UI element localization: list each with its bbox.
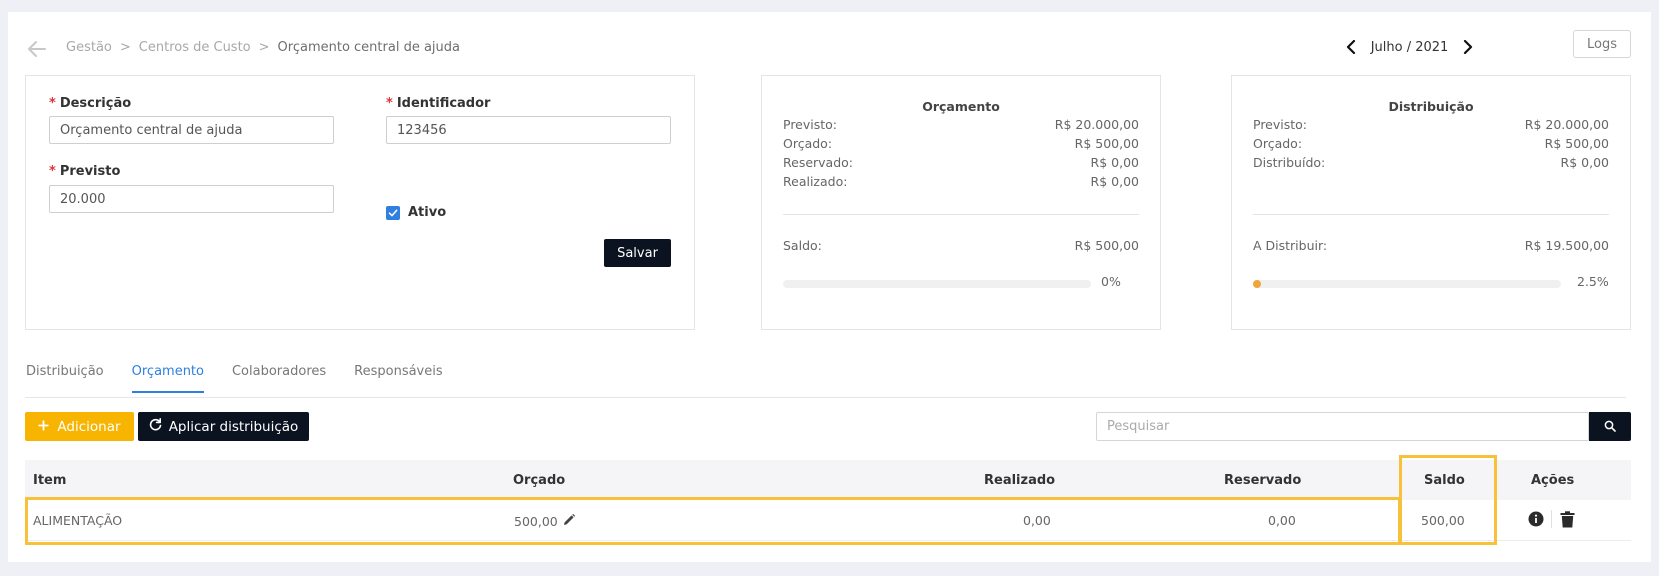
search-button[interactable] <box>1589 412 1631 441</box>
column-header-item: Item <box>33 473 67 488</box>
identificador-label: * Identificador <box>386 96 490 111</box>
summary-row-value: R$ 500,00 <box>1544 136 1609 151</box>
summary-row-label: Distribuído: <box>1253 155 1326 170</box>
breadcrumb-current: Orçamento central de ajuda <box>277 40 460 55</box>
orcamento-progress-bar <box>783 280 1091 288</box>
breadcrumb: Gestão > Centros de Custo > Orçamento centra… <box>66 40 460 55</box>
add-button[interactable]: Adicionar <box>25 412 134 441</box>
summary-row: Realizado: R$ 0,00 <box>783 174 1139 189</box>
identificador-label-text: Identificador <box>396 96 491 111</box>
column-header-acoes: Ações <box>1531 473 1575 488</box>
plus-icon <box>38 419 49 435</box>
distribuicao-summary-panel: Distribuição Previsto: R$ 20.000,00 Orçad… <box>1231 75 1631 330</box>
row-actions <box>1527 510 1576 528</box>
search-input[interactable] <box>1096 412 1589 441</box>
saldo-highlight-box <box>1399 455 1497 545</box>
tabs: Distribuição Orçamento Colaboradores Res… <box>26 364 471 393</box>
previsto-label: * Previsto <box>49 164 120 179</box>
progress-fill <box>1253 280 1261 288</box>
table-header <box>25 460 1631 500</box>
search-icon <box>1604 417 1616 436</box>
required-mark: * <box>386 96 393 111</box>
summary-row: Distribuído: R$ 0,00 <box>1253 155 1609 170</box>
breadcrumb-separator: > <box>258 40 270 55</box>
summary-row-label: Realizado: <box>783 174 848 189</box>
save-button[interactable]: Salvar <box>604 239 671 267</box>
summary-row-label: Orçado: <box>783 136 833 151</box>
distribuicao-summary-title: Distribuição <box>1388 99 1474 114</box>
tab-orcamento[interactable]: Orçamento <box>131 364 204 393</box>
summary-total-label: A Distribuir: <box>1253 238 1328 253</box>
summary-row-label: Reservado: <box>783 155 854 170</box>
summary-row-label: Orçado: <box>1253 136 1303 151</box>
summary-row: Previsto: R$ 20.000,00 <box>1253 117 1609 132</box>
tab-responsaveis[interactable]: Responsáveis <box>354 364 442 393</box>
descricao-field[interactable]: Orçamento central de ajuda <box>49 116 334 144</box>
summary-row-label: Previsto: <box>783 117 838 132</box>
period-selector: Julho / 2021 <box>1340 36 1479 58</box>
summary-row-value: R$ 0,00 <box>1090 174 1139 189</box>
add-button-label: Adicionar <box>57 418 121 435</box>
breadcrumb-item-gestao[interactable]: Gestão <box>66 40 112 55</box>
previsto-label-text: Previsto <box>59 164 121 179</box>
orcamento-summary-title: Orçamento <box>922 99 1000 114</box>
ativo-checkbox-row[interactable]: Ativo <box>386 205 446 220</box>
summary-row-value: R$ 20.000,00 <box>1524 117 1609 132</box>
required-mark: * <box>49 164 56 179</box>
descricao-label: * Descrição <box>49 96 131 111</box>
summary-total-value: R$ 500,00 <box>1074 238 1139 253</box>
orcamento-summary-panel: Orçamento Previsto: R$ 20.000,00 Orçado: R… <box>761 75 1161 330</box>
chevron-right-icon[interactable] <box>1457 36 1479 58</box>
descricao-label-text: Descrição <box>59 96 132 111</box>
summary-row: Previsto: R$ 20.000,00 <box>783 117 1139 132</box>
summary-row-value: R$ 0,00 <box>1090 155 1139 170</box>
summary-divider <box>1253 214 1609 215</box>
apply-distribution-label: Aplicar distribuição <box>168 418 299 435</box>
refresh-icon <box>149 418 162 435</box>
info-icon[interactable] <box>1527 510 1545 528</box>
summary-row: Reservado: R$ 0,00 <box>783 155 1139 170</box>
apply-distribution-button[interactable]: Aplicar distribuição <box>138 412 309 441</box>
summary-row-value: R$ 20.000,00 <box>1054 117 1139 132</box>
summary-total-value: R$ 19.500,00 <box>1524 238 1609 253</box>
tabs-divider <box>25 397 1626 398</box>
summary-row-label: Previsto: <box>1253 117 1308 132</box>
chevron-left-icon[interactable] <box>1340 36 1362 58</box>
summary-row-value: R$ 500,00 <box>1074 136 1139 151</box>
column-header-realizado: Realizado <box>984 473 1056 488</box>
previsto-field[interactable]: 20.000 <box>49 185 334 213</box>
summary-divider <box>783 214 1139 215</box>
back-arrow-icon[interactable] <box>26 38 48 60</box>
row-highlight-box <box>25 497 1401 545</box>
tab-colaboradores[interactable]: Colaboradores <box>232 364 326 393</box>
distribuicao-progress-bar <box>1253 280 1561 288</box>
summary-row-value: R$ 0,00 <box>1560 155 1609 170</box>
identificador-field[interactable]: 123456 <box>386 116 671 144</box>
summary-row: Orçado: R$ 500,00 <box>1253 136 1609 151</box>
ativo-label: Ativo <box>408 205 447 220</box>
summary-row: Orçado: R$ 500,00 <box>783 136 1139 151</box>
summary-total-row: Saldo: R$ 500,00 <box>783 238 1139 253</box>
logs-button[interactable]: Logs <box>1573 30 1631 58</box>
period-label: Julho / 2021 <box>1370 39 1449 55</box>
orcamento-progress-label: 0% <box>1101 274 1121 289</box>
tab-distribuicao[interactable]: Distribuição <box>26 364 104 393</box>
summary-total-row: A Distribuir: R$ 19.500,00 <box>1253 238 1609 253</box>
distribuicao-progress-label: 2.5% <box>1577 274 1609 289</box>
breadcrumb-item-centros-de-custo[interactable]: Centros de Custo <box>139 40 251 55</box>
trash-icon[interactable] <box>1558 510 1576 528</box>
column-header-orcado: Orçado <box>513 473 566 488</box>
breadcrumb-separator: > <box>119 40 131 55</box>
actions-divider <box>1551 510 1552 528</box>
required-mark: * <box>49 96 56 111</box>
summary-total-label: Saldo: <box>783 238 822 253</box>
checkbox-check-icon[interactable] <box>386 205 400 220</box>
column-header-reservado: Reservado <box>1224 473 1302 488</box>
